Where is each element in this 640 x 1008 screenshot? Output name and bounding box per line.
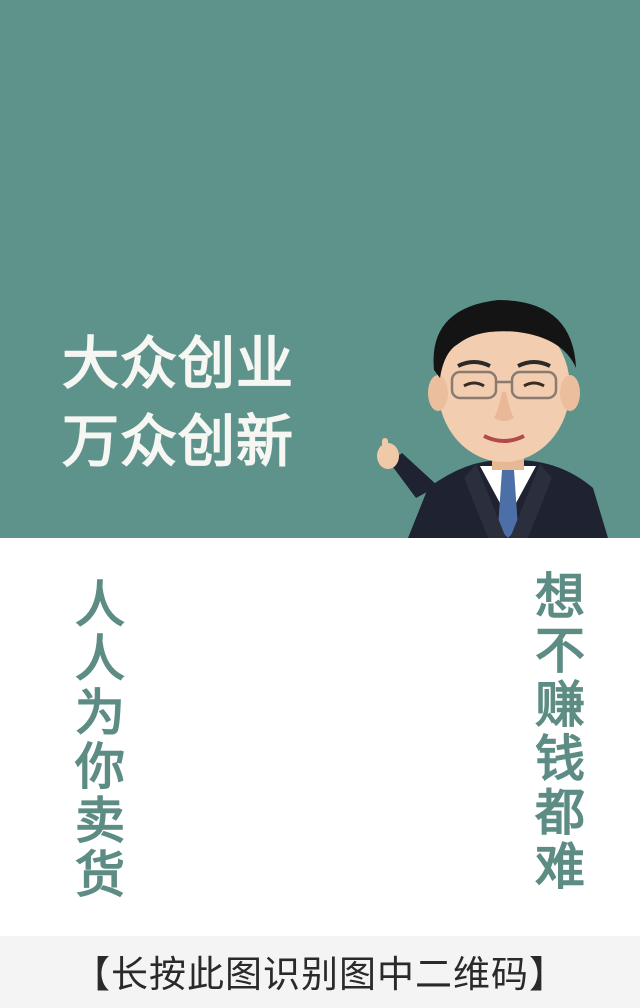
hero-panel: 大众创业 万众创新 bbox=[0, 0, 640, 538]
slogan-right-vertical: 想不赚钱都难 bbox=[535, 567, 585, 896]
headline-line-1: 大众创业 bbox=[62, 331, 294, 397]
slogan-left-vertical: 人人为你卖货 bbox=[75, 575, 125, 904]
qr-instruction-text: 【长按此图识别图中二维码】 bbox=[73, 953, 567, 996]
cartoon-man-pointing-up-icon bbox=[377, 300, 608, 538]
headline-line-2: 万众创新 bbox=[62, 409, 294, 475]
